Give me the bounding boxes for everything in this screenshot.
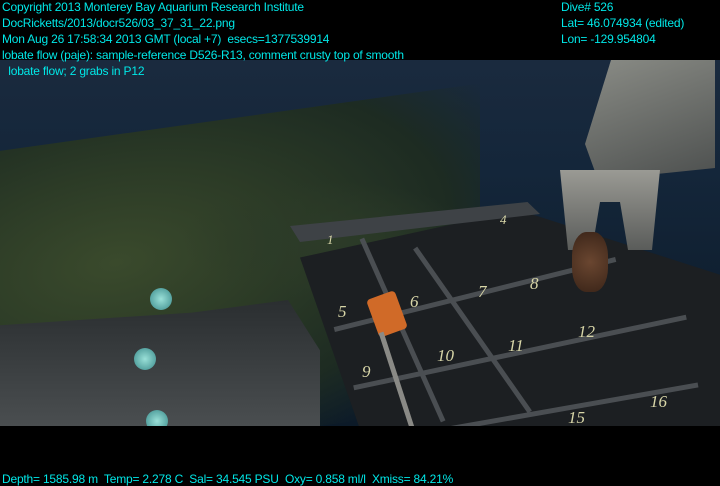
crate-label: 16 [650, 392, 667, 411]
overlay-dive: Dive# 526 [561, 0, 614, 14]
float-ball [150, 288, 172, 310]
overlay-comment-cont: lobate flow; 2 grabs in P12 [2, 64, 145, 78]
overlay-lon: Lon= -129.954804 [561, 32, 656, 46]
crate-label: 10 [437, 346, 454, 365]
crate-label: 12 [578, 322, 595, 341]
crate-label: 5 [338, 302, 347, 321]
float-ball [146, 410, 168, 426]
manipulator-arm [585, 60, 715, 180]
overlay-copyright: Copyright 2013 Monterey Bay Aquarium Res… [2, 0, 304, 14]
overlay-timestamp: Mon Aug 26 17:58:34 2013 GMT (local +7) … [2, 32, 330, 46]
crate-label: 4 [500, 212, 507, 227]
crate-label: 7 [478, 282, 487, 301]
rov-frame: 1 4 5 6 7 8 9 10 11 12 15 16 Copyright 2… [0, 0, 720, 486]
manipulator-claw [560, 170, 660, 250]
float-ball [134, 348, 156, 370]
crate-label: 6 [410, 292, 419, 311]
crate-label: 8 [530, 274, 539, 293]
overlay-filename: DocRicketts/2013/docr526/03_37_31_22.png [2, 16, 235, 30]
crate-label: 11 [508, 336, 524, 355]
crate-label: 9 [362, 362, 371, 381]
seafloor-photo: 1 4 5 6 7 8 9 10 11 12 15 16 [0, 60, 720, 426]
overlay-lat: Lat= 46.074934 (edited) [561, 16, 685, 30]
crate-label: 1 [327, 232, 334, 247]
overlay-sensor-readout: Depth= 1585.98 m Temp= 2.278 C Sal= 34.5… [2, 472, 454, 486]
crate-label: 15 [568, 408, 585, 426]
rock-sample [572, 232, 608, 292]
overlay-comment: lobate flow (paje): sample-reference D52… [2, 48, 404, 62]
